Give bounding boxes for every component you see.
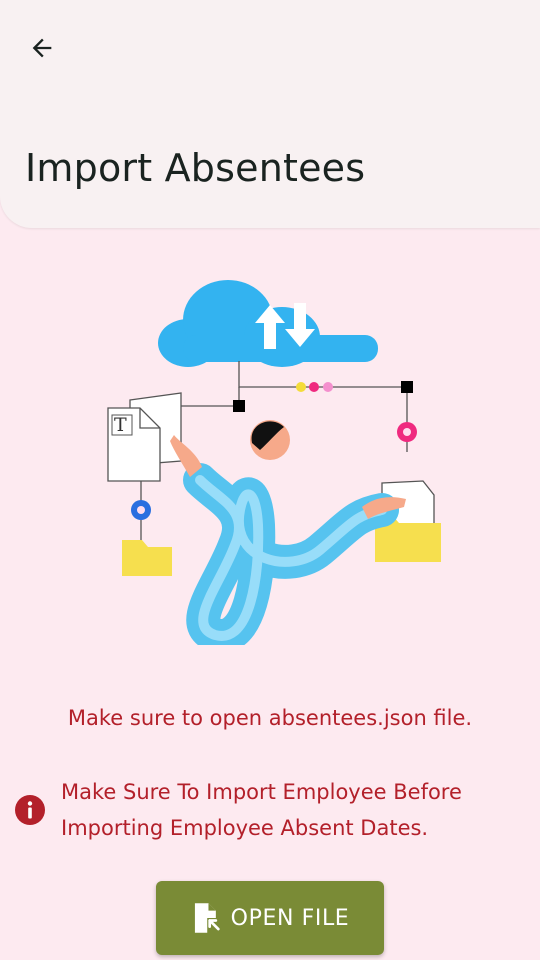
app-bar: Import Absentees: [0, 0, 540, 228]
flower-icon-blue: [131, 500, 151, 520]
warning-text: Make Sure To Import Employee Before Impo…: [61, 780, 462, 840]
cloud-icon: [158, 280, 378, 367]
arrow-back-icon: [32, 38, 52, 58]
person-head: [250, 420, 290, 460]
file-open-icon: [194, 903, 220, 933]
back-button[interactable]: [18, 26, 66, 70]
file-name-note: Make sure to open absentees.json file.: [67, 706, 473, 730]
info-icon: [15, 795, 45, 825]
page-title: Import Absentees: [25, 146, 366, 190]
open-file-button[interactable]: OPEN FILE: [156, 881, 384, 955]
folder-icon-left: [122, 540, 172, 576]
text-document-icon: T: [107, 392, 182, 482]
open-file-label: OPEN FILE: [230, 905, 350, 931]
cloud-file-transfer-illustration: T: [107, 280, 441, 645]
flower-icon-pink: [397, 422, 417, 442]
svg-text:T: T: [114, 414, 127, 436]
